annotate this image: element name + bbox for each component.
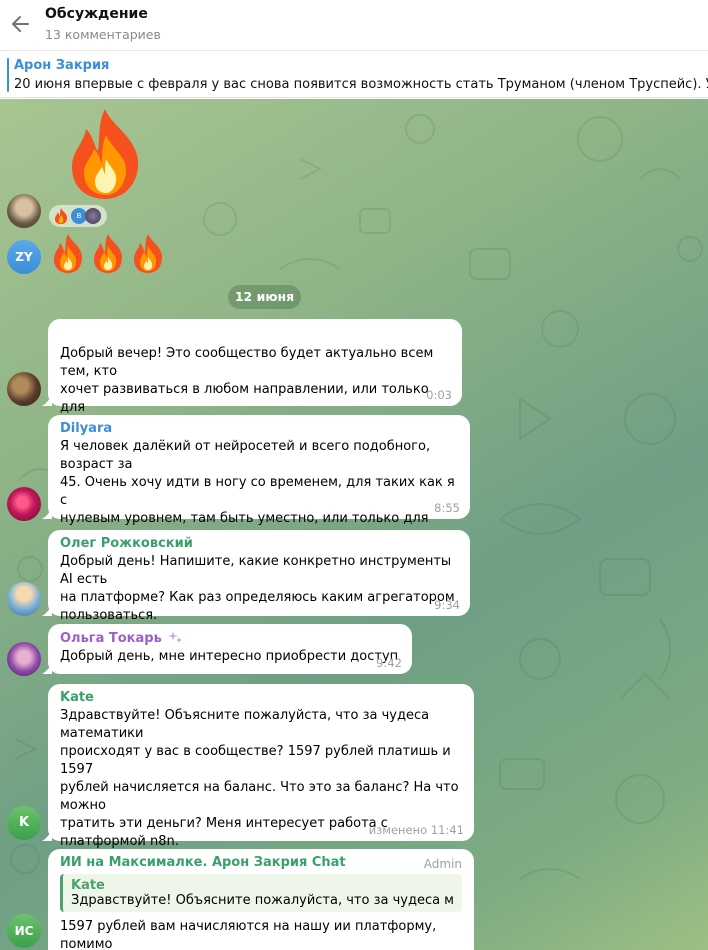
reaction-pill[interactable]: В (49, 205, 107, 227)
header: Обсуждение 13 комментариев (0, 0, 708, 51)
pinned-text: 20 июня впервые с февраля у вас снова по… (14, 77, 708, 92)
message-author[interactable]: Олег Рожковский (60, 536, 458, 551)
fire-emoji-icon (55, 208, 68, 224)
page-title: Обсуждение (45, 6, 148, 22)
avatar[interactable] (7, 372, 41, 406)
message-author[interactable]: Kate (60, 690, 462, 705)
message-text: 1597 рублей вам начисляются на нашу ии п… (60, 919, 437, 950)
pinned-author: Арон Закрия (14, 58, 110, 73)
message-text: Добрый день, мне интересно приобрести до… (60, 649, 399, 664)
fire-emoji-icon (94, 234, 123, 273)
back-arrow-icon[interactable] (8, 11, 34, 37)
avatar[interactable] (7, 582, 41, 616)
message-bubble[interactable]: Kate Здравствуйте! Объясните пожалуйста,… (42, 684, 474, 885)
message-time: изменено 11:41 (368, 823, 464, 837)
avatar-zy[interactable]: ZY (7, 240, 41, 274)
message-text: Добрый день! Напишите, какие конкретно и… (60, 554, 455, 623)
reaction-avatar (85, 208, 101, 224)
reply-author: Kate (71, 878, 105, 893)
avatar-chat[interactable]: ИС (7, 914, 41, 948)
avatar[interactable] (7, 642, 41, 676)
fire-emoji-icon (54, 234, 83, 273)
message-time: 9:34 (434, 598, 460, 612)
message-author[interactable]: Ольга Токарь (60, 630, 400, 646)
sparkle-emoji-icon (168, 631, 183, 643)
avatar-kate[interactable]: K (7, 806, 41, 840)
message-time: 0:03 (426, 388, 452, 402)
message-author[interactable]: ИИ на Максималке. Арон Закрия Chat (60, 855, 462, 870)
reply-text: Здравствуйте! Объясните пожалуйста, что … (71, 893, 454, 908)
message-bubble[interactable]: Ольга Токарь Добрый день, мне интересно … (42, 624, 412, 674)
message-time: 9:42 (376, 656, 402, 670)
reply-quote[interactable]: Kate Здравствуйте! Объясните пожалуйста,… (60, 874, 462, 912)
message-time: 8:55 (434, 501, 460, 515)
pinned-message[interactable]: Арон Закрия 20 июня впервые с февраля у … (0, 52, 708, 98)
message-bubble[interactable]: ИИ на Максималке. Арон Закрия Chat Admin… (48, 849, 474, 950)
message-bubble[interactable]: Олег Рожковский Добрый день! Напишите, к… (42, 530, 470, 623)
comment-count: 13 комментариев (45, 27, 161, 42)
message-author-name: Ольга Токарь (60, 631, 162, 646)
date-divider: 12 июня (228, 285, 301, 309)
admin-badge: Admin (423, 857, 462, 871)
message-author[interactable]: Dilyara (60, 421, 458, 436)
avatar[interactable] (7, 194, 41, 228)
message-bubble[interactable]: Dilyara Я человек далёкий от нейросетей … (42, 415, 470, 544)
chat-area[interactable]: В ZY 12 июня Добрый вечер! Это сообществ… (0, 99, 708, 950)
pinned-accent-bar (7, 58, 9, 92)
fire-emoji-icon (134, 234, 163, 273)
avatar[interactable] (7, 487, 41, 521)
fire-emoji-icon (72, 109, 139, 199)
message-bubble[interactable]: Добрый вечер! Это сообщество будет актуа… (42, 319, 462, 433)
